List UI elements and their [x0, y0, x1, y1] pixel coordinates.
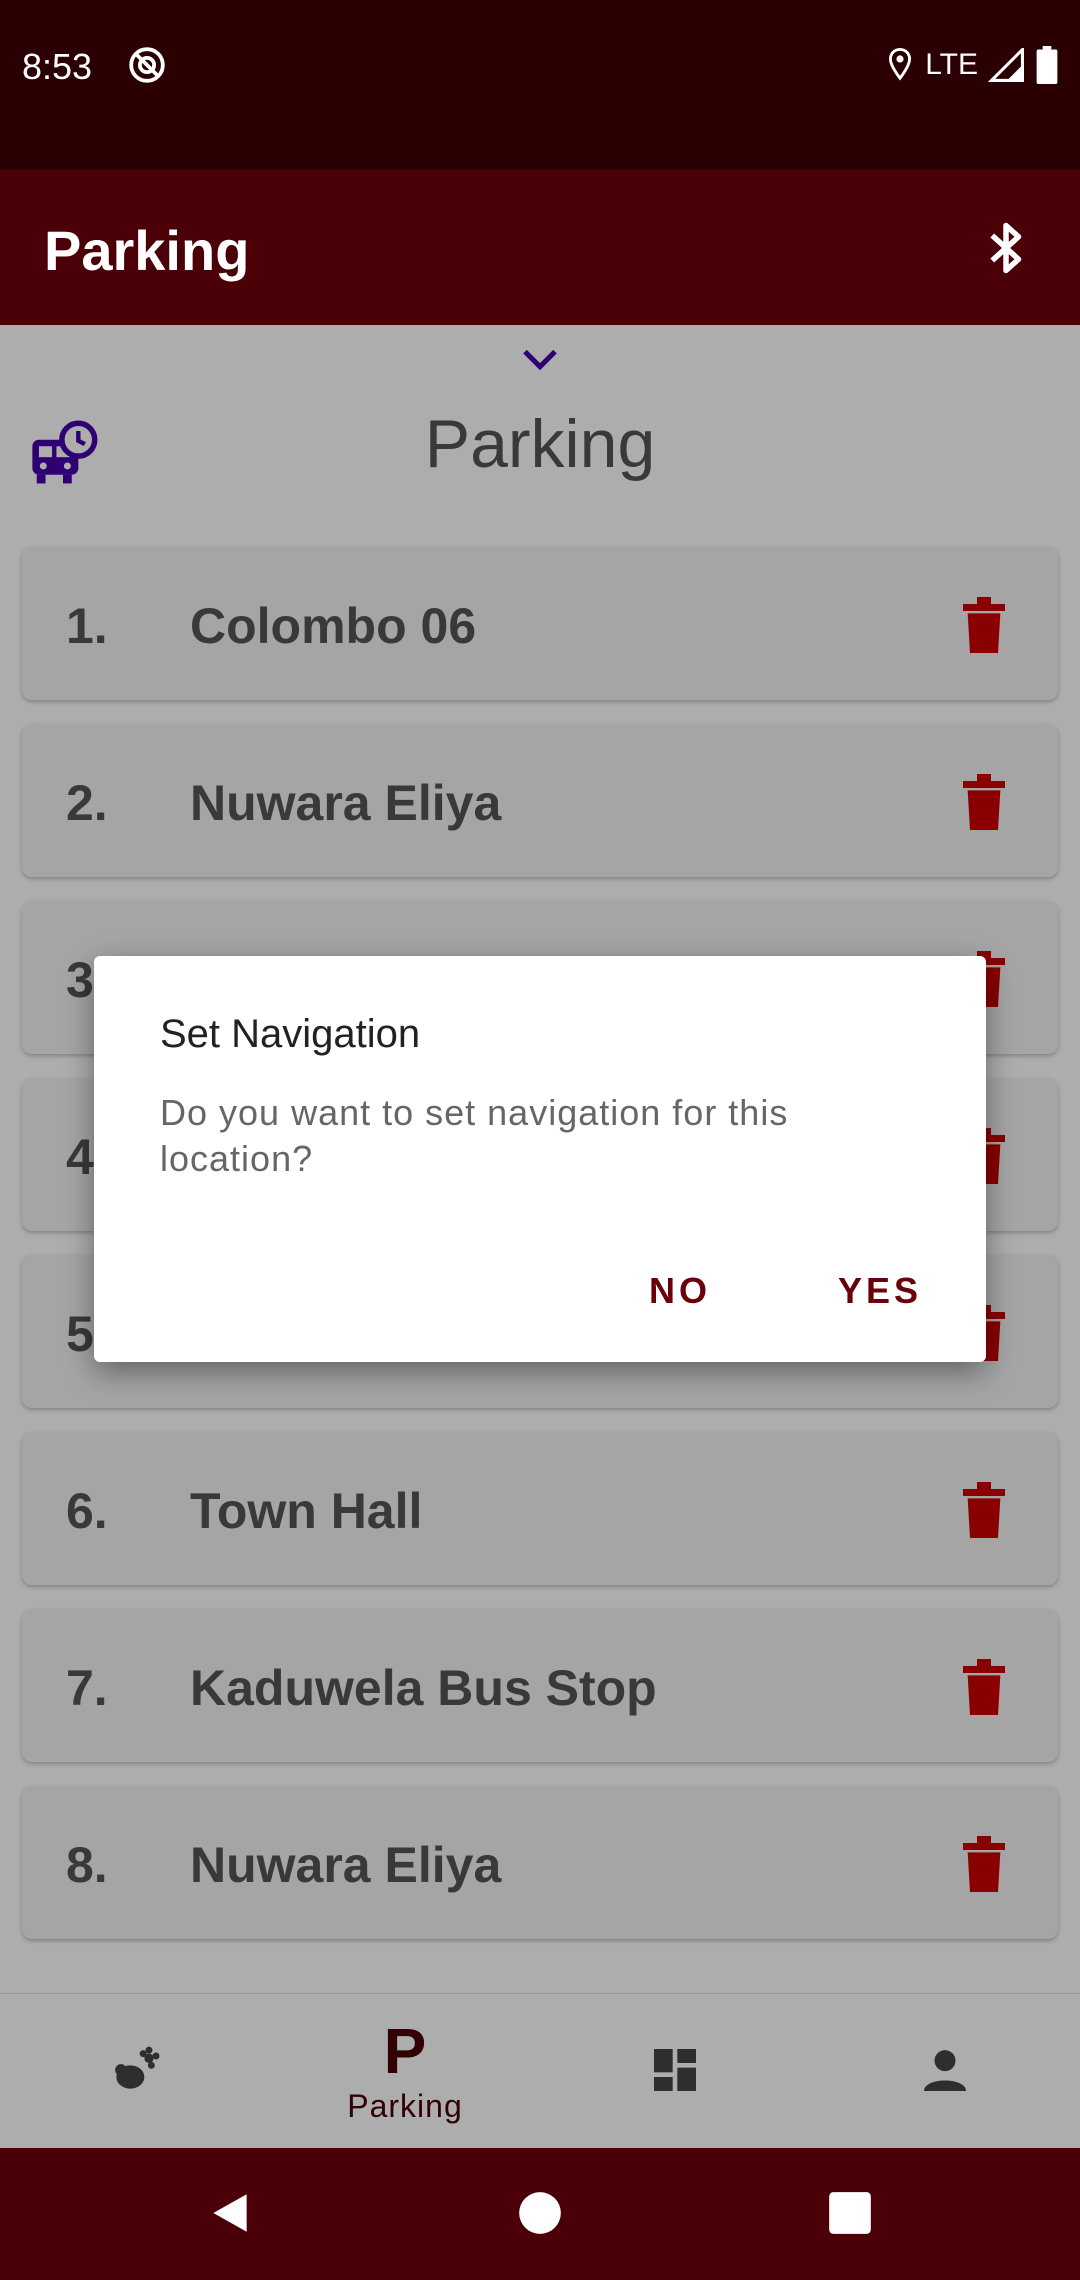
no-button[interactable]: NO [649, 1270, 711, 1312]
dialog-message: Do you want to set navigation for this l… [160, 1092, 789, 1179]
back-icon[interactable] [205, 2188, 255, 2238]
app-bar-title: Parking [44, 219, 250, 282]
system-navigation-bar [0, 2148, 1080, 2280]
home-icon[interactable] [515, 2188, 565, 2238]
bluetooth-icon[interactable] [976, 218, 1036, 278]
location-icon [889, 47, 912, 81]
yes-button[interactable]: YES [838, 1270, 922, 1312]
app-bar: Parking [0, 170, 1080, 325]
set-navigation-dialog: Set Navigation Do you want to set naviga… [94, 956, 986, 1362]
network-type: LTE [925, 48, 978, 81]
recents-icon[interactable] [825, 2188, 875, 2238]
status-bar: 8:53 LTE [0, 0, 1080, 170]
status-time: 8:53 [22, 46, 93, 87]
status-icons: LTE [885, 46, 1058, 84]
battery-icon [1036, 46, 1058, 84]
dialog-title: Set Navigation [160, 1012, 421, 1056]
signal-icon [988, 48, 1024, 82]
at-sign-icon [129, 47, 165, 83]
